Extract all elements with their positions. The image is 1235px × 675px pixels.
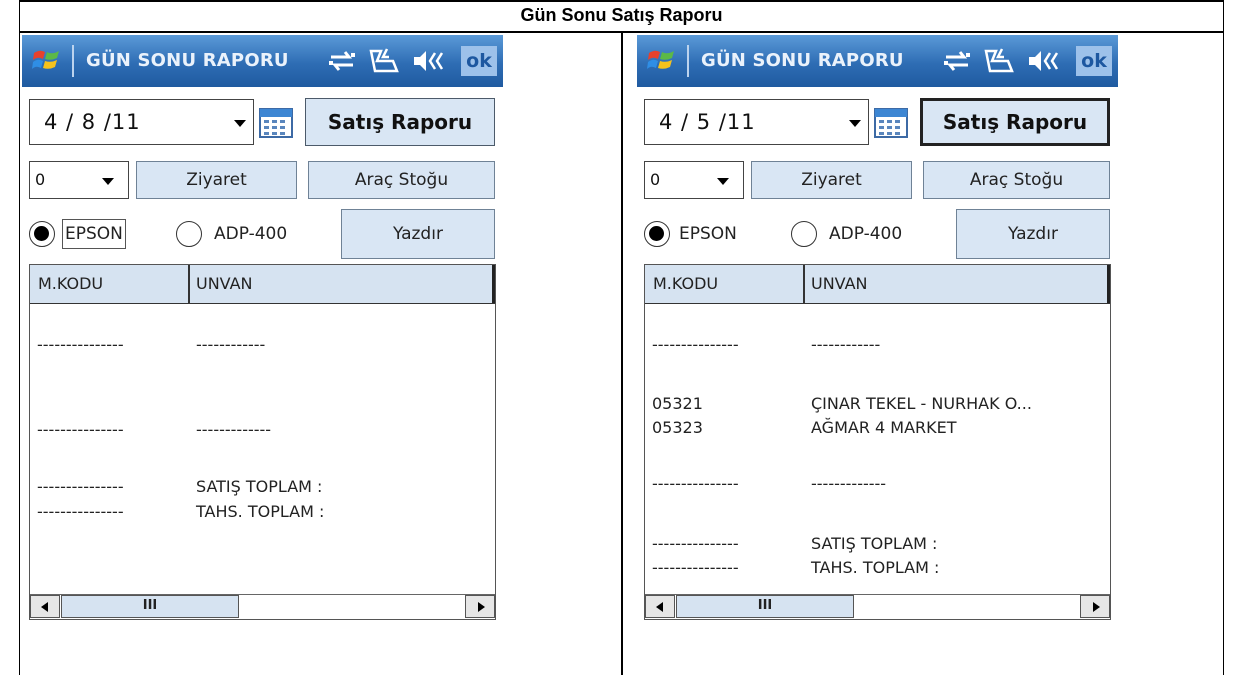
number-select[interactable]: 0: [29, 161, 129, 199]
header-end-bar: [492, 265, 495, 303]
radio-adp400[interactable]: [176, 221, 202, 247]
titlebar: GÜN SONU RAPORU ok: [22, 35, 503, 87]
chevron-down-icon[interactable]: [102, 178, 114, 185]
scroll-right-icon: [1093, 602, 1100, 612]
vehicle-stock-button[interactable]: Araç Stoğu: [308, 161, 495, 199]
list-cell: ---------------: [37, 477, 124, 496]
chevron-down-icon[interactable]: [717, 178, 729, 185]
radio-adp400[interactable]: [791, 221, 817, 247]
scroll-left-button[interactable]: [645, 595, 675, 618]
radio-epson-label[interactable]: EPSON: [62, 219, 126, 249]
chevron-down-icon[interactable]: [849, 120, 861, 127]
number-value: 0: [650, 170, 661, 189]
speaker-volume-icon[interactable]: [1026, 47, 1060, 75]
radio-epson[interactable]: [644, 221, 670, 247]
print-button[interactable]: Yazdır: [956, 209, 1110, 259]
scroll-thumb[interactable]: III: [676, 595, 854, 618]
list-cell: TAHS. TOPLAM :: [196, 502, 325, 521]
date-picker[interactable]: 4 / 8 /11: [29, 99, 254, 145]
list-cell: ---------------: [37, 420, 124, 439]
sales-report-button[interactable]: Satış Raporu: [305, 98, 495, 146]
list-cell: ------------: [811, 335, 881, 354]
visit-button[interactable]: Ziyaret: [751, 161, 912, 199]
column-header-code[interactable]: M.KODU: [30, 265, 190, 303]
column-divider: [621, 31, 623, 675]
radio-epson-label[interactable]: EPSON: [679, 219, 737, 249]
date-value: 4 / 8 /11: [44, 110, 141, 134]
ok-button[interactable]: ok: [461, 46, 497, 76]
titlebar-separator: [687, 45, 689, 77]
list-cell: ---------------: [652, 534, 739, 553]
app-title: GÜN SONU RAPORU: [701, 50, 904, 71]
scroll-right-button[interactable]: [465, 595, 495, 618]
date-picker[interactable]: 4 / 5 /11: [644, 99, 869, 145]
column-header-title[interactable]: UNVAN: [190, 265, 490, 303]
scroll-thumb[interactable]: III: [61, 595, 239, 618]
radio-selected-dot: [34, 226, 49, 241]
scroll-left-icon: [656, 602, 663, 612]
list-header: M.KODU UNVAN: [645, 265, 1110, 304]
print-button[interactable]: Yazdır: [341, 209, 495, 259]
list-cell: ------------: [196, 335, 266, 354]
speaker-volume-icon[interactable]: [411, 47, 445, 75]
list-cell: 05321: [652, 394, 703, 413]
windows-start-icon[interactable]: [32, 45, 62, 75]
windows-start-icon[interactable]: [647, 45, 677, 75]
sales-report-button[interactable]: Satış Raporu: [920, 98, 1110, 146]
column-header-title[interactable]: UNVAN: [805, 265, 1105, 303]
app-title: GÜN SONU RAPORU: [86, 50, 289, 71]
list-cell: AĞMAR 4 MARKET: [811, 418, 957, 437]
titlebar-separator: [72, 45, 74, 77]
date-value: 4 / 5 /11: [659, 110, 756, 134]
phone-screen-1: GÜN SONU RAPORU ok 4 / 8 /11 Satış Rapor…: [22, 35, 503, 627]
phone-screen-2: GÜN SONU RAPORU ok 4 / 5 /11 Satış Rapor…: [637, 35, 1118, 627]
list-cell: TAHS. TOPLAM :: [811, 558, 940, 577]
scroll-right-button[interactable]: [1080, 595, 1110, 618]
list-cell: 05323: [652, 418, 703, 437]
report-list[interactable]: M.KODU UNVAN --------------- -----------…: [29, 264, 496, 620]
list-cell: ---------------: [652, 335, 739, 354]
list-cell: -------------: [811, 474, 887, 493]
list-cell: ---------------: [652, 474, 739, 493]
connectivity-icon[interactable]: [942, 47, 972, 75]
connectivity-icon[interactable]: [327, 47, 357, 75]
radio-selected-dot: [649, 226, 664, 241]
radio-adp400-label[interactable]: ADP-400: [829, 219, 902, 249]
list-cell: SATIŞ TOPLAM :: [811, 534, 938, 553]
vehicle-stock-button[interactable]: Araç Stoğu: [923, 161, 1110, 199]
list-cell: SATIŞ TOPLAM :: [196, 477, 323, 496]
header-end-bar: [1107, 265, 1110, 303]
report-list[interactable]: M.KODU UNVAN --------------- -----------…: [644, 264, 1111, 620]
list-cell: ÇINAR TEKEL - NURHAK O...: [811, 394, 1032, 413]
scroll-left-icon: [41, 602, 48, 612]
titlebar: GÜN SONU RAPORU ok: [637, 35, 1118, 87]
horizontal-scrollbar[interactable]: III: [30, 594, 495, 619]
document-title: Gün Sonu Satış Raporu: [520, 5, 723, 25]
scroll-right-icon: [478, 602, 485, 612]
visit-button[interactable]: Ziyaret: [136, 161, 297, 199]
phone-signal-icon[interactable]: [367, 47, 401, 75]
calendar-icon[interactable]: [873, 107, 909, 139]
chevron-down-icon[interactable]: [234, 120, 246, 127]
column-header-code[interactable]: M.KODU: [645, 265, 805, 303]
ok-button[interactable]: ok: [1076, 46, 1112, 76]
phone-signal-icon[interactable]: [982, 47, 1016, 75]
number-select[interactable]: 0: [644, 161, 744, 199]
radio-epson[interactable]: [29, 221, 55, 247]
list-header: M.KODU UNVAN: [30, 265, 495, 304]
scroll-left-button[interactable]: [30, 595, 60, 618]
list-cell: ---------------: [652, 558, 739, 577]
list-cell: -------------: [196, 420, 272, 439]
radio-adp400-label[interactable]: ADP-400: [214, 219, 287, 249]
calendar-icon[interactable]: [258, 107, 294, 139]
list-cell: ---------------: [37, 502, 124, 521]
number-value: 0: [35, 170, 46, 189]
horizontal-scrollbar[interactable]: III: [645, 594, 1110, 619]
list-cell: ---------------: [37, 335, 124, 354]
